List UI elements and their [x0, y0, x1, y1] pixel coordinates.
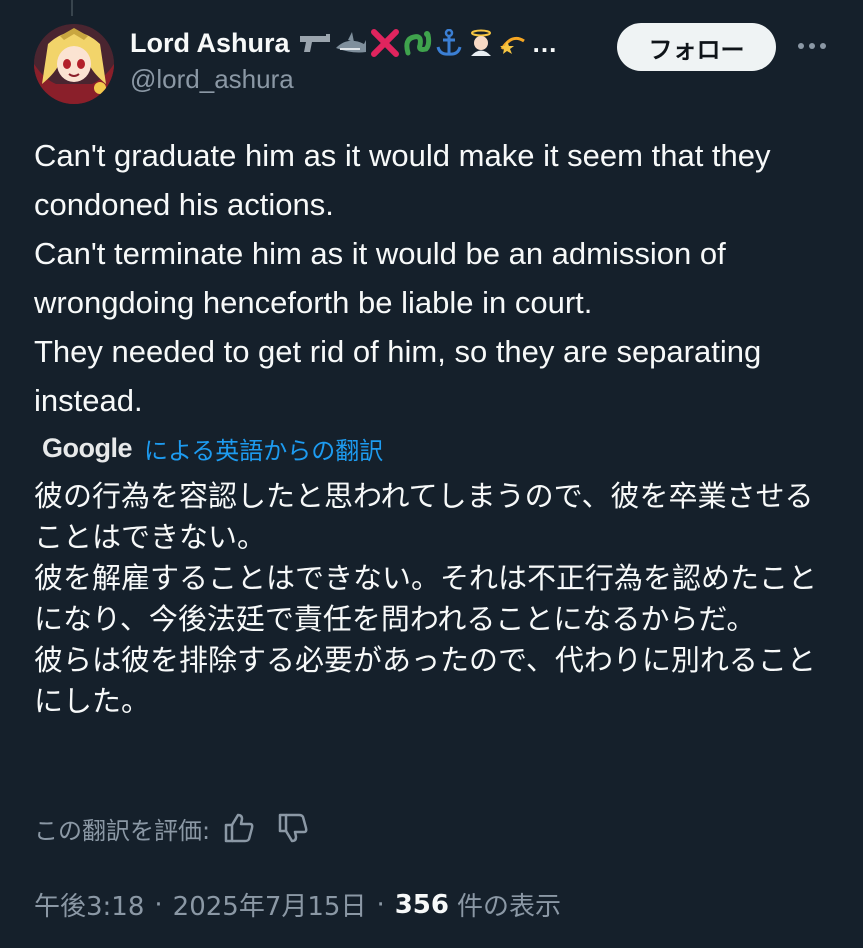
shark-icon [335, 32, 366, 53]
thumbs-down-icon[interactable] [276, 811, 310, 845]
anchor-icon [436, 29, 461, 56]
follow-button[interactable]: フォロー [617, 23, 776, 71]
thread-connector-line [71, 0, 73, 16]
display-name[interactable]: Lord Ashura [130, 28, 290, 59]
translated-text: 彼の行為を容認したと思われてしまうので、彼を卒業させることはできない。 彼を解雇… [34, 479, 818, 718]
tweet-date[interactable]: 2025年7月15日 [173, 886, 367, 923]
name-truncation-ellipsis: … [531, 27, 558, 58]
user-info: Lord Ashura … @lord_ashura [130, 26, 610, 95]
translation-attribution: Google による英語からの翻訳 [42, 430, 383, 466]
tweet-text: Can't graduate him as it would make it s… [34, 138, 771, 418]
thumbs-up-icon[interactable] [222, 811, 256, 845]
translation-source-link[interactable]: による英語からの翻訳 [144, 431, 383, 466]
tweet-time[interactable]: 午後3:18 [34, 886, 144, 923]
pistol-icon [299, 34, 330, 52]
cross-mark-icon [370, 29, 399, 57]
name-emoji-set: … [298, 28, 558, 59]
more-options-icon[interactable] [796, 36, 828, 56]
snake-icon [403, 31, 431, 56]
tweet-meta: 午後3:18 · 2025年7月15日 · 356 件の表示 [34, 886, 561, 923]
view-count[interactable]: 356 [395, 890, 449, 920]
meta-separator: · [376, 889, 385, 920]
google-logo: Google [42, 432, 133, 463]
rate-translation-label: この翻訳を評価: [34, 816, 211, 845]
avatar[interactable] [34, 24, 114, 104]
name-row: Lord Ashura … [130, 26, 610, 60]
dizzy-star-icon [499, 36, 525, 54]
avatar-image [34, 24, 114, 104]
view-count-label: 件の表示 [457, 892, 562, 922]
angel-icon [470, 29, 491, 56]
user-handle[interactable]: @lord_ashura [130, 64, 610, 95]
rate-translation-row: この翻訳を評価: [34, 808, 330, 848]
meta-separator: · [154, 889, 163, 920]
